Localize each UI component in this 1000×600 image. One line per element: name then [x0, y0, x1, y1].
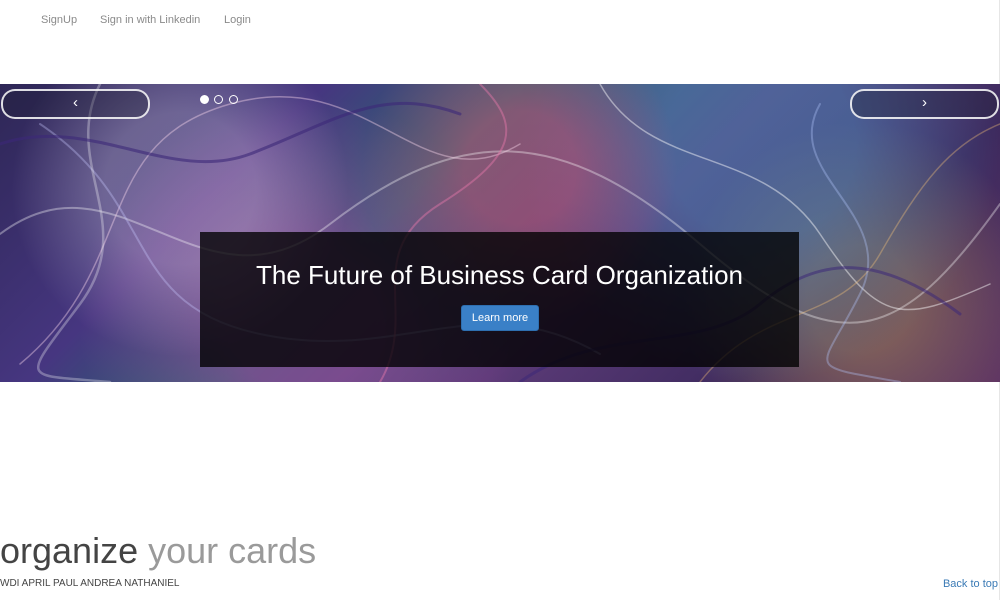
- featurette-heading: organize your cards: [0, 530, 316, 572]
- featurette-heading-muted: your cards: [148, 530, 317, 571]
- back-to-top-link[interactable]: Back to top: [943, 578, 998, 590]
- carousel-indicator-2[interactable]: [214, 95, 224, 104]
- footer-credits: WDI APRIL PAUL ANDREA NATHANIEL: [0, 578, 180, 589]
- carousel-next-button[interactable]: ›: [850, 89, 999, 119]
- carousel-indicator-3[interactable]: [228, 95, 238, 104]
- carousel-heading: The Future of Business Card Organization: [255, 260, 744, 290]
- nav-link-signup[interactable]: SignUp: [41, 14, 77, 26]
- carousel-prev-button[interactable]: ‹: [1, 89, 150, 119]
- carousel-indicators: [200, 95, 239, 105]
- featurette-heading-main: organize: [0, 530, 139, 571]
- nav-link-linkedin-signin[interactable]: Sign in with Linkedin: [100, 14, 200, 26]
- carousel-caption: The Future of Business Card Organization…: [200, 232, 799, 367]
- learn-more-button[interactable]: Learn more: [461, 305, 539, 331]
- carousel-indicator-1[interactable]: [200, 95, 209, 104]
- top-nav: SignUp Sign in with Linkedin Login: [0, 0, 1000, 42]
- hero-carousel: ‹ › The Future of Business Card Organiza…: [0, 84, 1000, 382]
- nav-link-login[interactable]: Login: [224, 14, 251, 26]
